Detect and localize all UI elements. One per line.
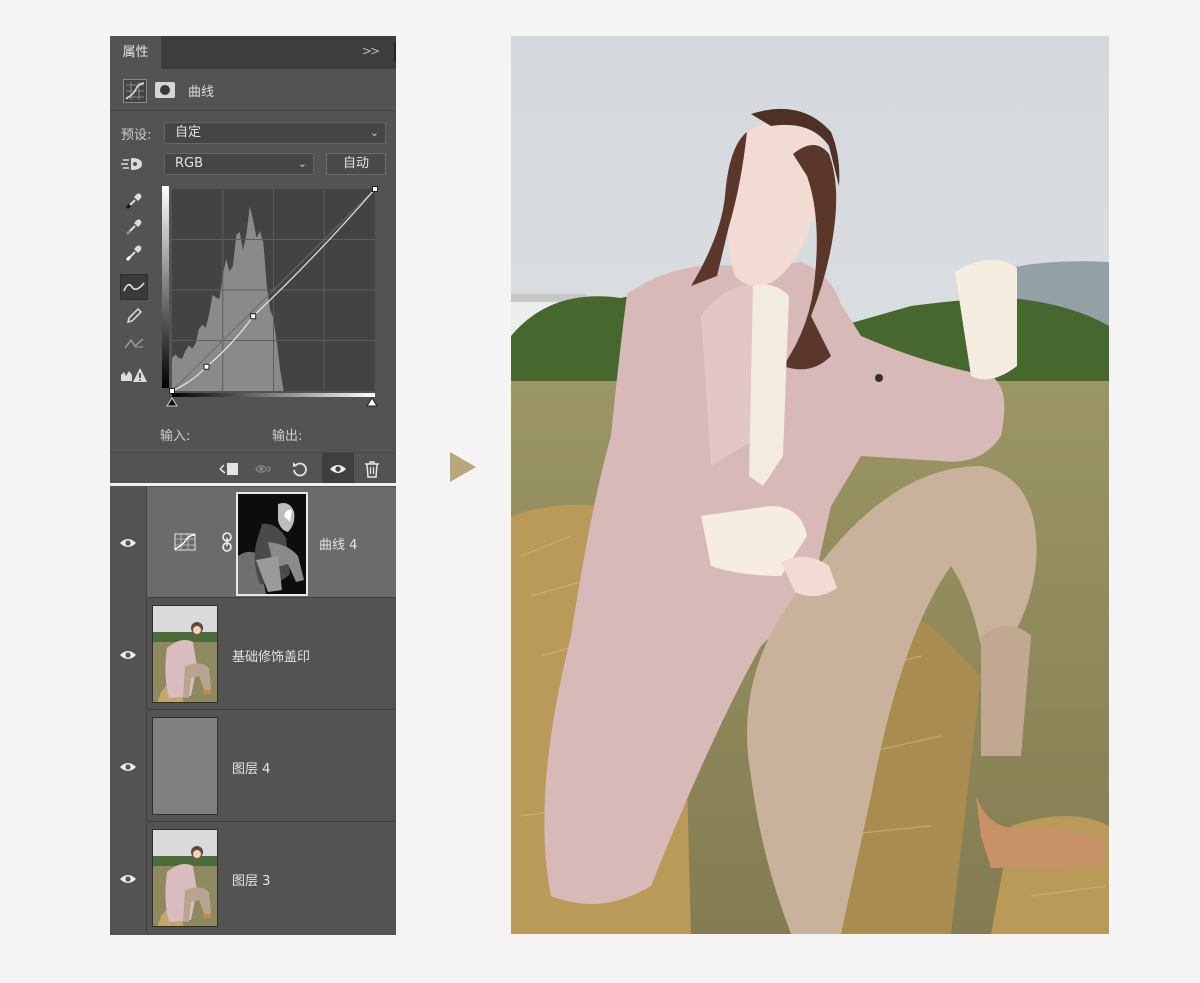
target-adjust-icon[interactable] — [120, 154, 146, 174]
visibility-icon[interactable] — [322, 453, 354, 485]
panel-bottom-toolbar — [110, 452, 396, 485]
reset-icon[interactable] — [289, 459, 311, 479]
black-point-eyedropper-icon[interactable] — [120, 188, 148, 214]
curve-point-tool-icon[interactable] — [120, 274, 148, 300]
view-previous-icon[interactable] — [254, 459, 276, 479]
mask-icon[interactable] — [155, 82, 175, 98]
eye-icon[interactable] — [110, 487, 147, 598]
pencil-icon[interactable] — [120, 303, 148, 329]
layer-thumbnail[interactable] — [152, 605, 218, 703]
black-point-slider — [166, 397, 178, 407]
eye-icon[interactable] — [110, 823, 147, 934]
tab-divider — [394, 42, 396, 62]
layer-name: 基础修饰盖印 — [232, 650, 311, 665]
panel-separator — [110, 483, 396, 486]
curve-control-point — [250, 313, 257, 320]
chevron-down-icon: ⌄ — [369, 126, 379, 139]
white-point-slider — [366, 397, 378, 407]
layer-thumbnail[interactable] — [152, 717, 218, 815]
preview-photo — [511, 36, 1109, 934]
chevron-down-icon: ⌄ — [297, 157, 307, 170]
channel-value: RGB — [175, 156, 204, 171]
properties-panel: 属性 >> 曲线 预设: 自定 ⌄ RGB ⌄ 自动 输入: 输出: 曲线 4 … — [110, 36, 396, 935]
curve-control-point — [372, 186, 378, 192]
collapse-panel-button[interactable]: >> — [362, 44, 380, 58]
layer-mask-thumbnail[interactable] — [236, 492, 308, 596]
link-icon[interactable] — [221, 532, 233, 556]
gray-point-eyedropper-icon[interactable] — [120, 214, 148, 240]
curves-icon[interactable] — [123, 79, 147, 103]
eye-icon[interactable] — [110, 711, 147, 822]
layer-row-layer-4[interactable]: 图层 4 — [110, 711, 396, 822]
clip-to-layer-icon[interactable] — [218, 459, 240, 479]
curve-control-point — [169, 388, 175, 394]
curves-icon — [174, 533, 196, 555]
eye-icon[interactable] — [110, 599, 147, 710]
adjustment-header: 曲线 — [110, 69, 396, 111]
output-label: 输出: — [272, 429, 303, 444]
white-point-eyedropper-icon[interactable] — [120, 240, 148, 266]
layer-row-base-retouch-stamp[interactable]: 基础修饰盖印 — [110, 599, 396, 710]
curves-graph[interactable] — [162, 186, 378, 407]
layer-row-curves-4[interactable]: 曲线 4 — [110, 487, 396, 598]
layer-name: 曲线 4 — [319, 538, 358, 553]
preset-label: 预设: — [121, 128, 152, 143]
adjustment-title: 曲线 — [188, 85, 215, 100]
tab-properties[interactable]: 属性 — [110, 36, 161, 69]
auto-button[interactable]: 自动 — [326, 153, 386, 175]
layer-name: 图层 3 — [232, 874, 271, 889]
curve-control-point — [203, 363, 210, 370]
preset-select[interactable]: 自定 ⌄ — [164, 122, 386, 144]
trash-icon[interactable] — [361, 459, 383, 479]
preset-value: 自定 — [175, 125, 202, 140]
channel-select[interactable]: RGB ⌄ — [164, 153, 314, 175]
input-gradient-bar — [162, 186, 169, 388]
result-arrow — [450, 452, 476, 482]
layer-thumbnail[interactable] — [152, 829, 218, 927]
input-label: 输入: — [160, 429, 191, 444]
panel-tab-bar: 属性 >> — [110, 36, 396, 69]
layer-name: 图层 4 — [232, 762, 271, 777]
layer-row-layer-3[interactable]: 图层 3 — [110, 823, 396, 934]
smooth-icon[interactable] — [120, 331, 148, 357]
clipping-warning-icon[interactable] — [120, 362, 148, 388]
